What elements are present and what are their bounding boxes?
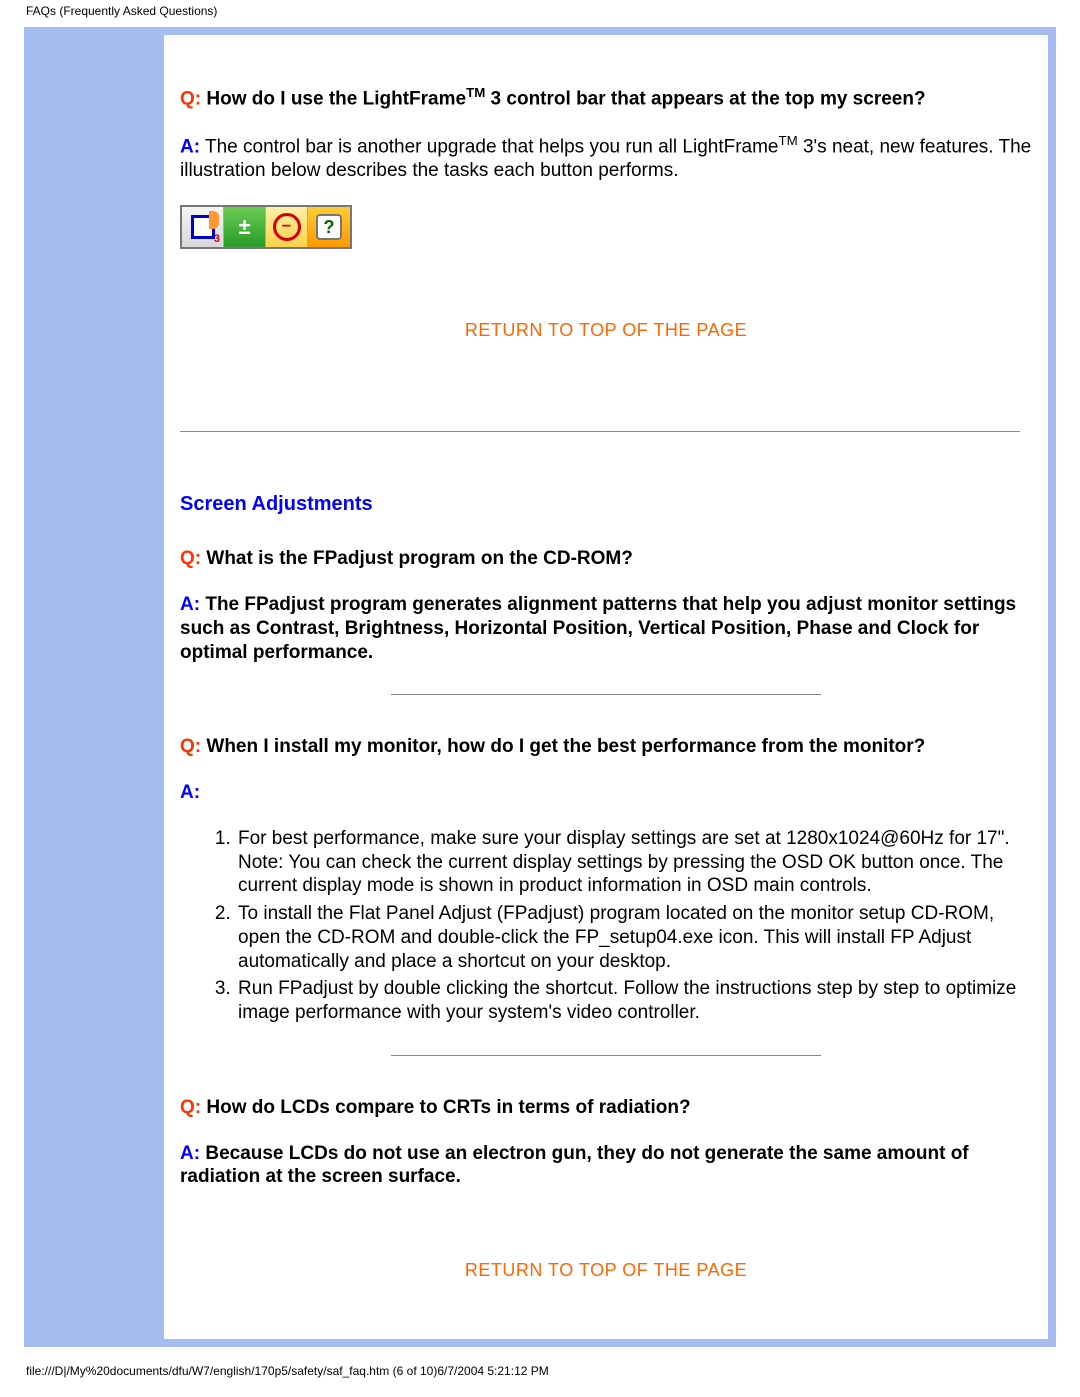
a-label: A: [180,136,200,157]
toolbar-window-icon[interactable]: 3 [182,207,224,247]
faq-q2-answer: A: The FPadjust program generates alignm… [180,593,1032,664]
q4-text: How do LCDs compare to CRTs in terms of … [201,1097,690,1118]
a-label: A: [180,782,200,803]
short-divider [391,694,821,695]
q1-text-a: How do I use the LightFrame [201,88,466,109]
toolbar-help-icon[interactable]: ? [308,207,350,247]
q-label: Q: [180,736,201,757]
step-2: To install the Flat Panel Adjust (FPadju… [236,902,1032,973]
faq-q3-question: Q: When I install my monitor, how do I g… [180,735,1032,759]
section-heading-screen-adjustments: Screen Adjustments [180,492,1032,517]
faq-q1-question: Q: How do I use the LightFrameTM 3 contr… [180,85,1032,111]
return-to-top-link[interactable]: RETURN TO TOP OF THE PAGE [180,1259,1032,1282]
lightframe-toolbar: 3 ± − ? [180,205,352,249]
faq-q3-answer-label: A: [180,781,1032,805]
page-header-path: FAQs (Frequently Asked Questions) [0,0,1080,27]
return-to-top-link[interactable]: RETURN TO TOP OF THE PAGE [180,319,1032,342]
q-label: Q: [180,548,201,569]
short-divider [391,1055,821,1056]
content-area: Q: How do I use the LightFrameTM 3 contr… [164,35,1048,1339]
toolbar-adjust-icon[interactable]: ± [224,207,266,247]
divider [180,431,1020,432]
q-label: Q: [180,1097,201,1118]
faq-q4-question: Q: How do LCDs compare to CRTs in terms … [180,1096,1032,1120]
faq-q1-answer: A: The control bar is another upgrade th… [180,133,1032,183]
toolbar-minus-icon[interactable]: − [266,207,308,247]
a-label: A: [180,594,200,615]
page: FAQs (Frequently Asked Questions) Q: How… [0,0,1080,1397]
q3-text: When I install my monitor, how do I get … [201,736,925,757]
q1-a-text-a: The control bar is another upgrade that … [200,136,778,157]
step-1: For best performance, make sure your dis… [236,827,1032,898]
q1-a-sup: TM [779,133,798,148]
q1-sup: TM [466,85,485,100]
a-label: A: [180,1143,200,1164]
faq-q2-question: Q: What is the FPadjust program on the C… [180,547,1032,571]
q2-text: What is the FPadjust program on the CD-R… [201,548,633,569]
footer-file-path: file:///D|/My%20documents/dfu/W7/english… [26,1364,549,1379]
q2-a-text: The FPadjust program generates alignment… [180,594,1016,663]
outer-frame: Q: How do I use the LightFrameTM 3 contr… [24,27,1056,1347]
faq-q3-steps: For best performance, make sure your dis… [180,827,1032,1025]
step-3: Run FPadjust by double clicking the shor… [236,977,1032,1025]
q-label: Q: [180,88,201,109]
q1-text-b: 3 control bar that appears at the top my… [485,88,925,109]
faq-q4-answer: A: Because LCDs do not use an electron g… [180,1142,1032,1190]
q4-a-text: Because LCDs do not use an electron gun,… [180,1143,969,1188]
